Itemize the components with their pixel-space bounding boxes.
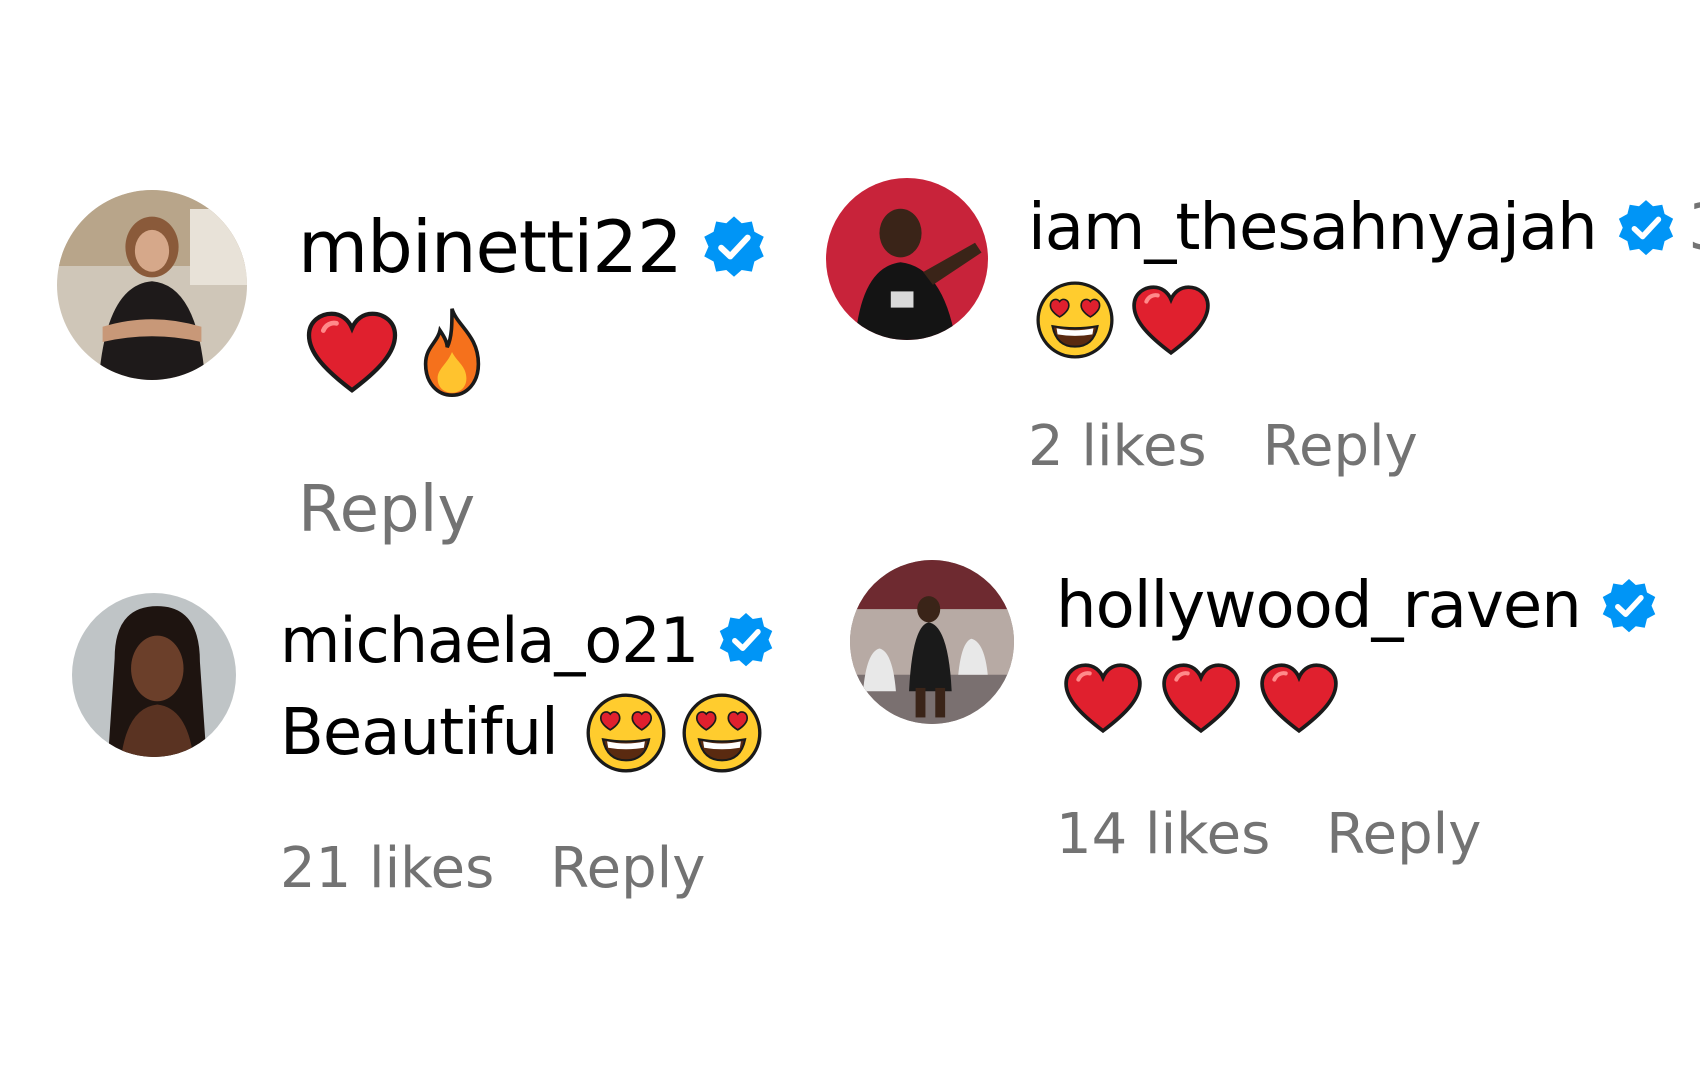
red-heart-icon bbox=[1062, 661, 1144, 735]
likes-count[interactable]: 14 likes bbox=[1056, 802, 1270, 867]
reply-button[interactable]: Reply bbox=[298, 473, 475, 547]
reply-button[interactable]: Reply bbox=[1326, 802, 1481, 867]
comment-meta-iam_thesahnyajah: 2 likes Reply bbox=[1028, 408, 1418, 484]
comment-meta-hollywood_raven: 14 likes Reply bbox=[1056, 796, 1481, 872]
avatar-photo bbox=[72, 593, 236, 757]
username-michaela_o21[interactable]: michaela_o21 bbox=[280, 600, 776, 680]
red-heart-icon bbox=[1258, 661, 1340, 735]
avatar-hollywood_raven[interactable] bbox=[850, 560, 1014, 724]
fire-icon bbox=[416, 304, 488, 400]
comment-body-mbinetti22 bbox=[304, 302, 488, 402]
comment-meta-michaela_o21: 21 likes Reply bbox=[280, 830, 705, 906]
comment-text: Beautiful bbox=[280, 696, 559, 770]
avatar-iam_thesahnyajah[interactable] bbox=[826, 178, 988, 340]
avatar-photo bbox=[826, 178, 988, 340]
likes-count[interactable]: 2 likes bbox=[1028, 414, 1207, 479]
avatar-photo bbox=[850, 560, 1014, 724]
heart-eyes-icon bbox=[680, 691, 764, 775]
username-mbinetti22[interactable]: mbinetti22 bbox=[298, 202, 768, 292]
heart-eyes-icon bbox=[584, 691, 668, 775]
comment-body-hollywood_raven bbox=[1062, 658, 1340, 738]
username-text[interactable]: mbinetti22 bbox=[298, 205, 683, 289]
likes-count[interactable]: 21 likes bbox=[280, 836, 494, 901]
comment-body-michaela_o21: Beautiful bbox=[280, 688, 764, 778]
verified-badge-icon bbox=[1599, 576, 1659, 636]
avatar-michaela_o21[interactable] bbox=[72, 593, 236, 757]
avatar-mbinetti22[interactable] bbox=[57, 190, 247, 380]
red-heart-icon bbox=[1130, 283, 1212, 357]
username-hollywood_raven[interactable]: hollywood_raven bbox=[1056, 566, 1659, 646]
username-iam_thesahnyajah[interactable]: iam_thesahnyajah bbox=[1028, 188, 1677, 268]
heart-eyes-icon bbox=[1034, 279, 1116, 361]
cut-off-text: 3 bbox=[1688, 188, 1700, 268]
comment-meta-mbinetti22: Reply bbox=[298, 470, 475, 550]
avatar-photo bbox=[57, 190, 247, 380]
red-heart-icon bbox=[1160, 661, 1242, 735]
verified-badge-icon bbox=[716, 610, 776, 670]
red-heart-icon bbox=[304, 309, 400, 395]
reply-button[interactable]: Reply bbox=[550, 836, 705, 901]
username-text[interactable]: hollywood_raven bbox=[1056, 569, 1582, 643]
comment-body-iam_thesahnyajah bbox=[1034, 278, 1212, 362]
reply-button[interactable]: Reply bbox=[1263, 414, 1418, 479]
username-text[interactable]: michaela_o21 bbox=[280, 604, 699, 677]
verified-badge-icon bbox=[1615, 197, 1677, 259]
verified-badge-icon bbox=[700, 213, 768, 281]
username-text[interactable]: iam_thesahnyajah bbox=[1028, 191, 1598, 265]
